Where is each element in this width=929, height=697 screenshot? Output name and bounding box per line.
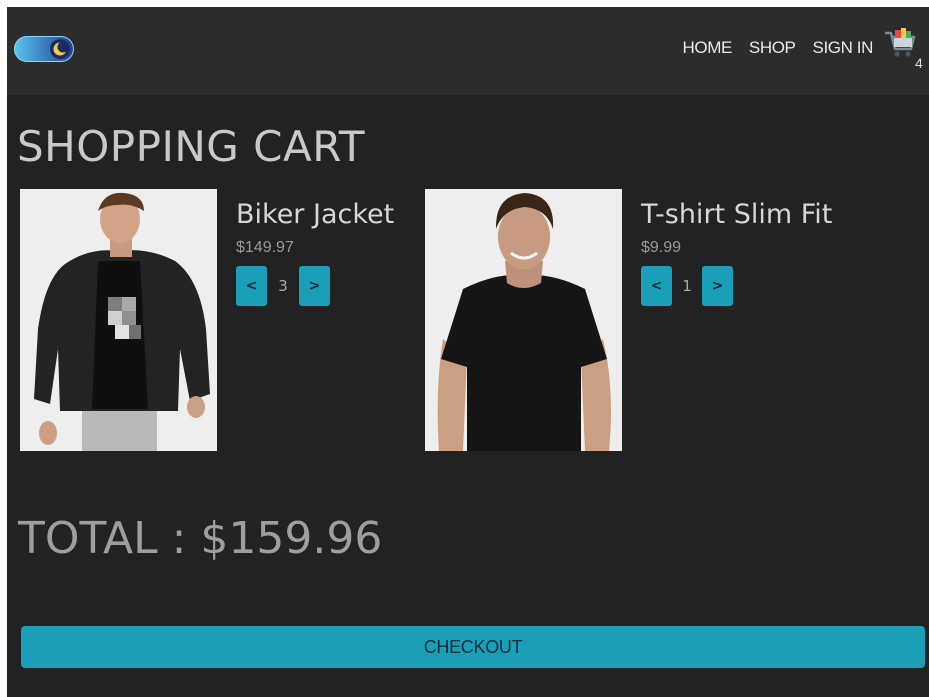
shopping-cart-icon[interactable]: [883, 27, 917, 61]
cart-item: T-shirt Slim Fit $9.99 < 1 >: [425, 189, 832, 453]
quantity-value: 3: [278, 277, 288, 295]
item-name: Biker Jacket: [236, 199, 395, 230]
item-name: T-shirt Slim Fit: [641, 199, 833, 230]
nav-home-link[interactable]: HOME: [683, 38, 733, 58]
quantity-stepper: < 3 >: [236, 266, 330, 306]
header: HOME SHOP SIGN IN 4: [7, 7, 929, 95]
product-image-t-shirt: [425, 189, 622, 451]
main-nav: HOME SHOP SIGN IN: [683, 38, 874, 58]
increment-button[interactable]: >: [702, 266, 733, 306]
cart-total: TOTAL : $159.96: [18, 513, 383, 564]
increment-button[interactable]: >: [299, 266, 330, 306]
moon-icon: [50, 39, 70, 59]
theme-toggle[interactable]: [14, 36, 74, 62]
quantity-value: 1: [682, 277, 692, 295]
cart-count-badge: 4: [915, 55, 923, 71]
item-price: $9.99: [641, 239, 682, 256]
product-image-biker-jacket: [20, 189, 217, 451]
cart-item: Biker Jacket $149.97 < 3 >: [20, 189, 420, 453]
decrement-button[interactable]: <: [236, 266, 267, 306]
quantity-stepper: < 1 >: [641, 266, 733, 306]
decrement-button[interactable]: <: [641, 266, 672, 306]
nav-shop-link[interactable]: SHOP: [749, 38, 796, 58]
checkout-button[interactable]: CHECKOUT: [21, 626, 925, 668]
nav-sign-in-link[interactable]: SIGN IN: [813, 38, 874, 58]
app-frame: HOME SHOP SIGN IN 4 SHOPPING CART Biker …: [7, 7, 929, 697]
item-price: $149.97: [236, 239, 294, 256]
page-title: SHOPPING CART: [17, 122, 365, 171]
